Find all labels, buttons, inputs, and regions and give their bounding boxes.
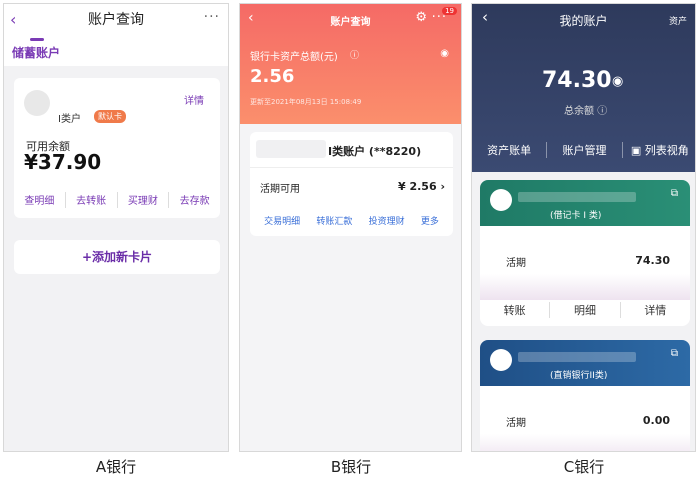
card-actions: 交易明细 转账汇款 投资理财 更多 bbox=[250, 214, 453, 227]
external-link-icon[interactable]: ⧉ bbox=[671, 188, 678, 199]
available-amount: ¥ 2.56 bbox=[397, 180, 437, 193]
bank-c-screen: ‹ 我的账户 资产 74.30 ◉ 总余额 ⓘ 资产账单 账户管理 ▣ 列表视角… bbox=[471, 3, 696, 452]
page-title: 我的账户 bbox=[559, 14, 608, 28]
account-class: I类户 bbox=[58, 114, 81, 125]
asset-bill-tab[interactable]: 资产账单 bbox=[472, 142, 548, 158]
gear-icon[interactable]: ⚙ bbox=[415, 10, 427, 25]
masked-card-number bbox=[518, 192, 636, 202]
bank-logo bbox=[490, 189, 512, 211]
direct-bank-card[interactable]: (直销银行II类) ⧉ 活期 0.00 bbox=[480, 340, 690, 451]
card-header: (借记卡 I 类) ⧉ bbox=[480, 180, 690, 226]
asset-link[interactable]: 资产 bbox=[669, 14, 687, 27]
external-link-icon[interactable]: ⧉ bbox=[671, 348, 678, 359]
back-icon[interactable]: ‹ bbox=[10, 10, 16, 29]
caption-bank-c: C银行 bbox=[563, 458, 605, 476]
tab-indicator bbox=[30, 38, 44, 41]
total-balance-label: 总余额 ⓘ bbox=[564, 102, 607, 117]
total-balance-value: 74.30 bbox=[542, 68, 612, 93]
current-label: 活期 bbox=[506, 418, 526, 429]
transfer-button[interactable]: 转账 bbox=[480, 302, 551, 318]
more-button[interactable]: 更多 bbox=[421, 214, 439, 227]
account-manage-tab[interactable]: 账户管理 bbox=[547, 142, 623, 158]
transactions-button[interactable]: 交易明细 bbox=[264, 214, 300, 227]
detail-link[interactable]: 详情 bbox=[184, 92, 204, 107]
bank-b-screen: ‹ 账户查询 ⚙ ··· 19 银行卡资产总额(元) ⓘ ◉ 2.56 更新至2… bbox=[239, 3, 462, 452]
invest-button[interactable]: 投资理财 bbox=[369, 214, 405, 227]
caption-bank-b: B银行 bbox=[330, 458, 372, 476]
notification-badge: 19 bbox=[442, 7, 457, 15]
card-actions: 查明细 去转账 买理财 去存款 bbox=[14, 192, 220, 208]
balance-value: ¥37.90 bbox=[24, 150, 102, 174]
header: ‹ 我的账户 资产 74.30 ◉ 总余额 ⓘ 资产账单 账户管理 ▣ 列表视角 bbox=[472, 4, 695, 172]
transfer-button[interactable]: 去转账 bbox=[66, 192, 118, 208]
total-assets-value: 2.56 bbox=[250, 66, 295, 87]
card-type: (借记卡 I 类) bbox=[550, 211, 602, 221]
chevron-right-icon: › bbox=[440, 180, 445, 193]
account-card[interactable]: I类账户 (**8220) 活期可用 ¥ 2.56 › 交易明细 转账汇款 投资… bbox=[250, 132, 453, 236]
tab-savings[interactable]: 储蓄账户 bbox=[12, 44, 60, 61]
page-title: 账户查询 bbox=[330, 17, 371, 28]
page-title: 账户查询 bbox=[88, 12, 144, 28]
card-actions: 转账 明细 详情 bbox=[480, 302, 690, 318]
account-row: I类账户 (**8220) bbox=[250, 132, 453, 168]
bank-a-screen: ‹ 账户查询 ··· 储蓄账户 I类户 默认卡 详情 可用余额 ¥37.90 查… bbox=[3, 3, 229, 452]
list-view-tab[interactable]: ▣ 列表视角 bbox=[623, 142, 695, 158]
skyline-decoration bbox=[480, 434, 690, 451]
skyline-decoration bbox=[480, 274, 690, 300]
card-header: (直销银行II类) ⧉ bbox=[480, 340, 690, 386]
account-number: I类账户 (**8220) bbox=[328, 145, 422, 158]
bank-logo bbox=[24, 90, 50, 116]
eye-icon[interactable]: ◉ bbox=[612, 74, 623, 89]
bank-logo bbox=[490, 349, 512, 371]
details-button[interactable]: 明细 bbox=[550, 302, 621, 318]
total-assets-label: 银行卡资产总额(元) bbox=[250, 52, 338, 63]
info-button[interactable]: 详情 bbox=[621, 302, 690, 318]
transfer-button[interactable]: 转账汇款 bbox=[316, 214, 352, 227]
info-icon[interactable]: ⓘ bbox=[350, 48, 359, 61]
debit-card[interactable]: (借记卡 I 类) ⧉ 活期 74.30 转账 明细 详情 bbox=[480, 180, 690, 326]
current-value: 0.00 bbox=[642, 414, 670, 427]
total-label-text: 总余额 bbox=[564, 106, 594, 117]
account-card[interactable]: I类户 默认卡 详情 可用余额 ¥37.90 查明细 去转账 买理财 去存款 bbox=[14, 78, 220, 218]
caption-bank-a: A银行 bbox=[95, 458, 137, 476]
buy-wealth-button[interactable]: 买理财 bbox=[118, 192, 170, 208]
account-nav: 资产账单 账户管理 ▣ 列表视角 bbox=[472, 142, 695, 158]
add-card-button[interactable]: +添加新卡片 bbox=[14, 240, 220, 274]
available-label: 活期可用 bbox=[260, 184, 300, 195]
info-icon[interactable]: ⓘ bbox=[597, 106, 607, 117]
eye-icon[interactable]: ◉ bbox=[440, 48, 449, 59]
header: ‹ 账户查询 ⚙ ··· 19 银行卡资产总额(元) ⓘ ◉ 2.56 更新至2… bbox=[240, 4, 461, 124]
top-bar: ‹ 账户查询 ··· bbox=[4, 4, 228, 36]
current-label: 活期 bbox=[506, 258, 526, 269]
default-card-badge: 默认卡 bbox=[94, 110, 126, 123]
view-details-button[interactable]: 查明细 bbox=[14, 192, 66, 208]
deposit-button[interactable]: 去存款 bbox=[169, 192, 220, 208]
more-icon[interactable]: ··· bbox=[204, 9, 220, 25]
update-time: 更新至2021年08月13日 15:08:49 bbox=[250, 98, 362, 106]
card-type: (直销银行II类) bbox=[550, 371, 608, 381]
available-value[interactable]: ¥ 2.56 › bbox=[398, 180, 445, 193]
masked-card-number bbox=[518, 352, 636, 362]
current-value: 74.30 bbox=[635, 254, 670, 267]
masked-name bbox=[256, 140, 326, 158]
